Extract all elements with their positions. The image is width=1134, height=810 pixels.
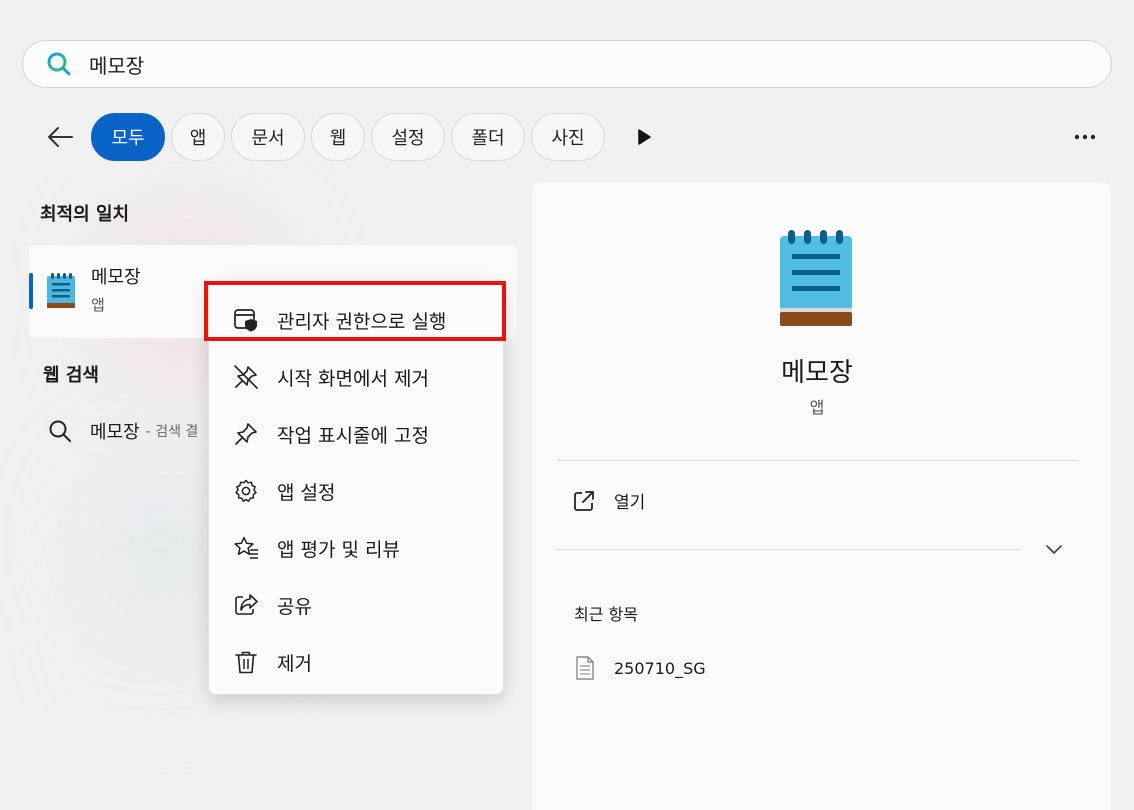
- web-search-query: 메모장: [90, 422, 140, 443]
- back-button[interactable]: [40, 113, 80, 161]
- filter-bar: 모두 앱 문서 웹 설정 폴더 사진: [40, 113, 1110, 161]
- filter-chip-folders[interactable]: 폴더: [451, 113, 525, 161]
- menu-item-app-settings[interactable]: 앱 설정: [209, 466, 503, 516]
- menu-item-unpin-start[interactable]: 시작 화면에서 제거: [209, 352, 503, 402]
- menu-item-pin-taskbar[interactable]: 작업 표시줄에 고정: [209, 409, 503, 459]
- menu-item-label: 앱 평가 및 리뷰: [277, 538, 400, 561]
- filter-chip-web[interactable]: 웹: [311, 113, 365, 161]
- web-search-result[interactable]: 메모장 - 검색 결: [48, 418, 198, 444]
- web-search-suffix: - 검색 결: [145, 424, 199, 440]
- filter-chip-all[interactable]: 모두: [91, 113, 165, 161]
- menu-item-label: 관리자 권한으로 실행: [277, 310, 447, 333]
- text-file-icon: [576, 656, 594, 680]
- menu-item-run-as-admin[interactable]: 관리자 권한으로 실행: [209, 295, 503, 345]
- best-match-name: 메모장: [91, 267, 141, 288]
- details-panel: 메모장 앱 열기 최근 항목 250710_SG: [532, 182, 1111, 810]
- web-search-heading: 웹 검색: [43, 365, 99, 386]
- filter-chip-apps[interactable]: 앱: [171, 113, 225, 161]
- menu-item-label: 작업 표시줄에 고정: [277, 424, 429, 447]
- share-icon: [233, 592, 259, 618]
- more-options-button[interactable]: [1070, 125, 1100, 149]
- star-review-icon: [233, 535, 259, 561]
- gear-icon: [233, 478, 259, 504]
- menu-item-label: 제거: [277, 652, 312, 675]
- search-query[interactable]: 메모장: [89, 50, 144, 79]
- best-match-type: 앱: [91, 296, 105, 314]
- search-icon: [49, 420, 71, 442]
- unpin-icon: [233, 364, 259, 390]
- menu-item-label: 시작 화면에서 제거: [277, 367, 429, 390]
- expand-button[interactable]: [1044, 540, 1064, 560]
- open-label: 열기: [614, 493, 646, 513]
- shield-window-icon: [233, 307, 259, 333]
- selection-indicator: [29, 273, 33, 309]
- filter-chip-settings[interactable]: 설정: [371, 113, 445, 161]
- panel-app-type: 앱: [809, 398, 825, 417]
- arrow-left-icon: [48, 127, 73, 147]
- menu-item-uninstall[interactable]: 제거: [209, 637, 503, 687]
- recent-file-item[interactable]: 250710_SG: [576, 656, 706, 680]
- menu-item-label: 공유: [277, 595, 312, 618]
- divider: [556, 460, 1078, 461]
- filter-chip-documents[interactable]: 문서: [231, 113, 305, 161]
- open-action[interactable]: 열기: [572, 488, 645, 513]
- recent-heading: 최근 항목: [574, 605, 638, 624]
- filter-chip-photos[interactable]: 사진: [531, 113, 605, 161]
- divider: [556, 549, 1020, 550]
- notepad-icon: [778, 230, 854, 332]
- trash-icon: [233, 649, 259, 675]
- best-match-heading: 최적의 일치: [40, 204, 130, 225]
- open-external-icon: [574, 490, 594, 511]
- search-box[interactable]: 메모장: [22, 40, 1112, 88]
- ellipsis-icon: [1074, 134, 1096, 140]
- recent-file-name: 250710_SG: [614, 658, 706, 678]
- search-icon: [45, 50, 73, 78]
- menu-item-share[interactable]: 공유: [209, 580, 503, 630]
- more-filters-button[interactable]: [632, 125, 656, 149]
- chevron-down-icon: [1046, 545, 1062, 554]
- menu-item-rate-review[interactable]: 앱 평가 및 리뷰: [209, 523, 503, 573]
- panel-app-name: 메모장: [781, 358, 853, 388]
- notepad-icon: [46, 272, 76, 314]
- pin-icon: [233, 421, 259, 447]
- play-icon: [638, 129, 651, 145]
- menu-item-label: 앱 설정: [277, 481, 336, 504]
- context-menu: 관리자 권한으로 실행 시작 화면에서 제거 작업 표시줄에 고정 앱 설정 앱…: [208, 281, 504, 695]
